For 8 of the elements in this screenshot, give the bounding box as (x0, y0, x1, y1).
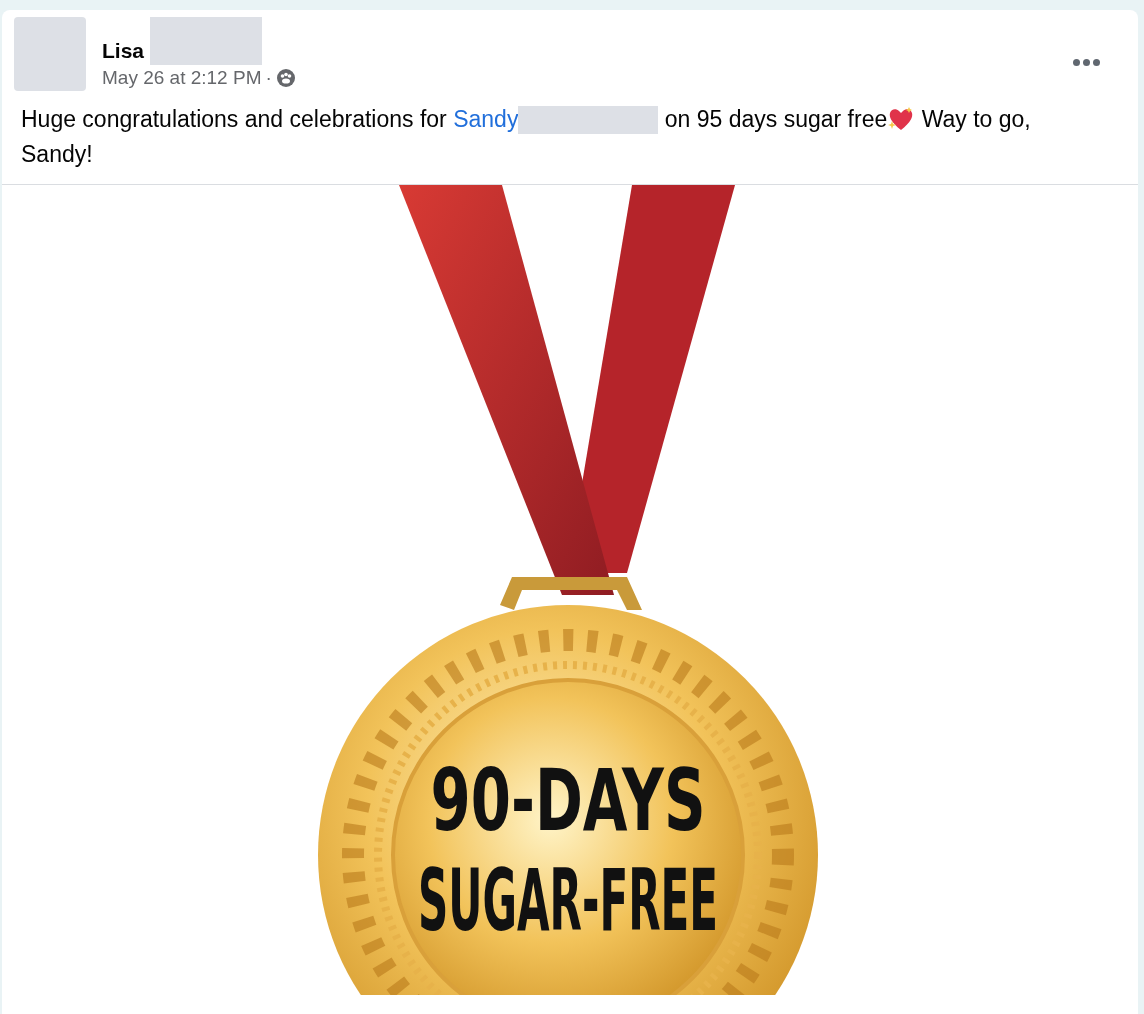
medal-text: SUGAR-FREE (418, 849, 1032, 950)
separator: · (265, 66, 272, 90)
mention-link[interactable]: Sandy (453, 105, 519, 132)
post-timestamp[interactable]: May 26 at 2:12 PM (102, 64, 262, 93)
audience-icon[interactable] (275, 68, 296, 89)
medal-text: 90-DAYS (430, 749, 840, 850)
post-text: Huge congratulations and celebrations for Sandy on 95 days sugar free Way to go, Sandy! (20, 103, 1032, 169)
author-name[interactable]: Lisa (102, 38, 145, 64)
